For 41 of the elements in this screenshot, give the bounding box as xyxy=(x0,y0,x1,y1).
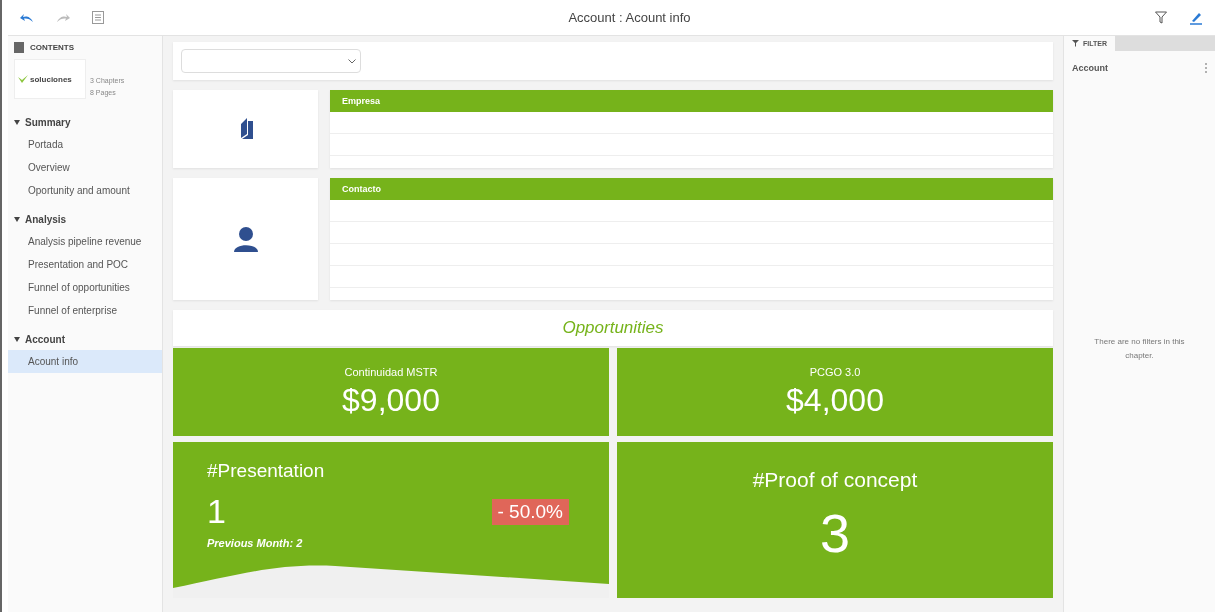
book-icon xyxy=(14,42,24,53)
filter-icon[interactable] xyxy=(1155,11,1167,24)
kpi-label: #Presentation xyxy=(207,460,326,482)
section-heading: Opportunities xyxy=(173,310,1053,346)
caret-icon xyxy=(14,216,20,222)
kpi-label: PCGO 3.0 xyxy=(809,365,861,378)
table-header: Empresa xyxy=(330,90,1053,112)
kpi-label: Continuidad MSTR xyxy=(344,365,438,378)
kpi-value: $9,000 xyxy=(342,381,440,419)
kpi-value: $4,000 xyxy=(786,381,884,419)
chapter-name: Account xyxy=(1072,63,1108,73)
pen-icon[interactable] xyxy=(1189,10,1203,25)
document-icon xyxy=(238,118,253,140)
kpi-label: #Proof of concept xyxy=(752,468,918,492)
sidebar-item[interactable]: Funnel of opportunities xyxy=(8,276,162,299)
section-title[interactable]: Summary xyxy=(8,111,162,133)
sidebar-item[interactable]: Oportunity and amount xyxy=(8,179,162,202)
kpi-value: 1 xyxy=(207,492,226,531)
sidebar-item[interactable]: Portada xyxy=(8,133,162,156)
logo: soluciones xyxy=(14,59,86,99)
sidebar-item[interactable]: Overview xyxy=(8,156,162,179)
sidebar-item[interactable]: Acount info xyxy=(8,350,162,373)
table-header: Contacto xyxy=(330,178,1053,200)
kpi-value: 3 xyxy=(819,502,850,564)
redo-icon[interactable] xyxy=(56,12,70,23)
sidebar-item[interactable]: Funnel of enterprise xyxy=(8,299,162,322)
page-icon[interactable] xyxy=(92,11,104,24)
sidebar-item[interactable]: Presentation and POC xyxy=(8,253,162,276)
empty-message: There are no filters in this chapter. xyxy=(1093,336,1186,362)
sidebar-item[interactable]: Analysis pipeline revenue xyxy=(8,230,162,253)
chevron-icon xyxy=(348,58,356,64)
filter-icon xyxy=(1072,40,1079,47)
contents-heading: CONTENTS xyxy=(30,43,74,52)
section-title[interactable]: Analysis xyxy=(8,208,162,230)
caret-icon xyxy=(14,336,20,342)
caret-icon xyxy=(14,119,20,125)
window-title: Account : Acount info xyxy=(567,10,692,25)
person-icon xyxy=(233,226,258,252)
section-title[interactable]: Account xyxy=(8,328,162,350)
previous-month: Previous Month: 2 xyxy=(207,537,304,549)
change-badge: - 50.0% xyxy=(491,498,569,525)
